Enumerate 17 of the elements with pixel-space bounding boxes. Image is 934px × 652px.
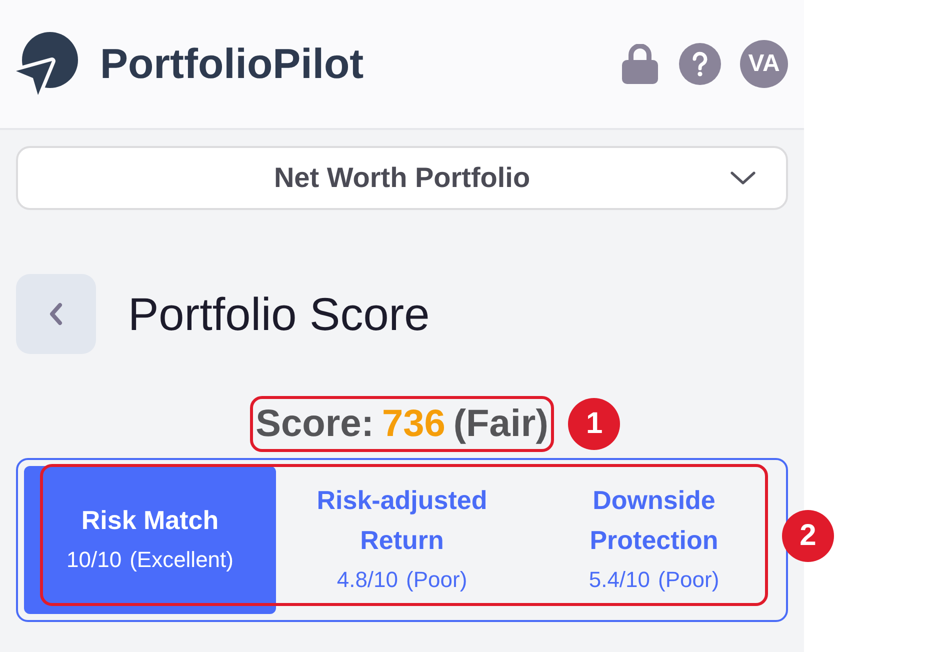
score-label: Score: xyxy=(256,405,374,443)
chevron-down-icon xyxy=(730,171,756,185)
brand-name: PortfolioPilot xyxy=(100,43,364,85)
annotation-badge: 2 xyxy=(782,510,834,562)
brand-logo xyxy=(16,31,80,97)
score-value: 736 xyxy=(382,405,446,443)
category-tab[interactable]: Risk Match 10/10 (Excellent) xyxy=(24,466,276,614)
score-rating: (Fair) xyxy=(453,405,548,443)
user-avatar[interactable]: VA xyxy=(740,40,788,88)
page-title: Portfolio Score xyxy=(128,291,430,337)
category-tab[interactable]: Risk-adjusted Return 4.8/10 (Poor) xyxy=(276,466,528,614)
lock-icon[interactable] xyxy=(622,44,658,84)
portfolio-dropdown[interactable]: Net Worth Portfolio xyxy=(16,146,788,210)
annotation-badge: 1 xyxy=(568,398,620,450)
help-icon[interactable] xyxy=(679,43,721,85)
chevron-left-icon xyxy=(49,302,63,326)
category-tab[interactable]: Downside Protection 5.4/10 (Poor) xyxy=(528,466,780,614)
